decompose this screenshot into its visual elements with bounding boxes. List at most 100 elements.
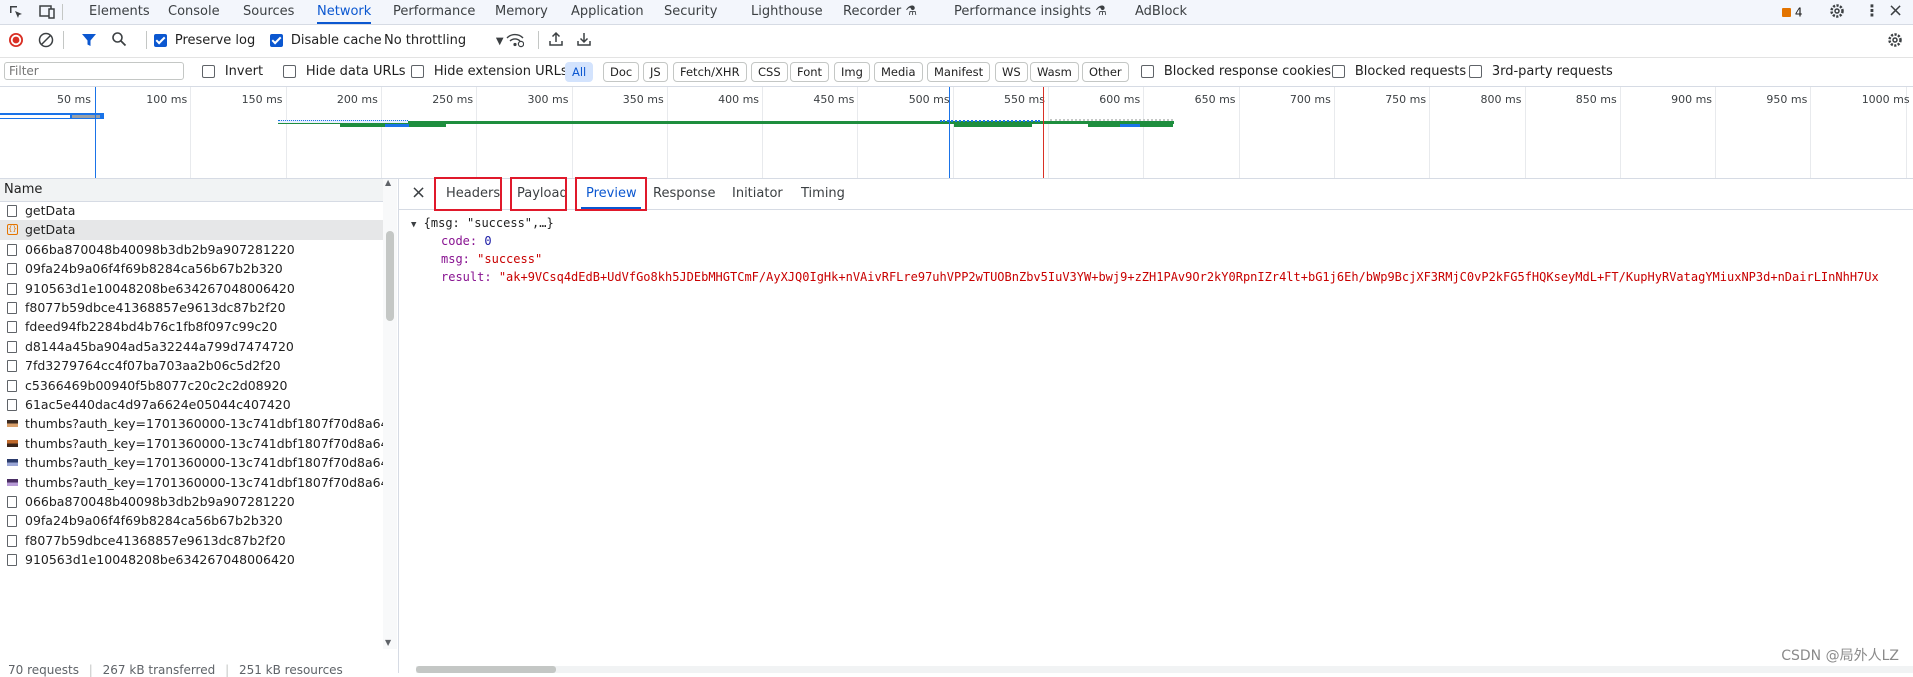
preserve-log-check[interactable] [154, 34, 167, 47]
type-filter-wasm[interactable]: Wasm [1030, 62, 1079, 82]
request-row[interactable]: 910563d1e10048208be634267048006420 [0, 550, 383, 569]
horizontal-scrollbar-thumb[interactable] [416, 666, 556, 673]
request-name: 09fa24b9a06f4f69b8284ca56b67b2b320 [25, 261, 283, 277]
type-filter-fetch-xhr[interactable]: Fetch/XHR [673, 62, 747, 82]
blocked-cookies-checkbox[interactable]: Blocked response cookies [1141, 64, 1331, 79]
tab-sources[interactable]: Sources [243, 0, 294, 24]
invert-check[interactable] [202, 65, 215, 78]
tab-performance-insights[interactable]: Performance insights ⚗ [954, 0, 1107, 24]
request-row[interactable]: 09fa24b9a06f4f69b8284ca56b67b2b320 [0, 259, 383, 278]
more-options-icon[interactable]: ⋮ [1864, 1, 1880, 20]
separator [62, 4, 63, 20]
request-row[interactable]: 09fa24b9a06f4f69b8284ca56b67b2b320 [0, 511, 383, 530]
close-devtools-icon[interactable]: × [1888, 0, 1903, 21]
type-filter-css[interactable]: CSS [751, 62, 788, 82]
result-value: "ak+9VCsq4dEdB+UdVfGo8kh5JDEbMHGTCmF/AyX… [498, 270, 1879, 284]
tab-security[interactable]: Security [664, 0, 717, 24]
document-icon [7, 263, 17, 276]
hide-data-urls-check[interactable] [283, 65, 296, 78]
third-party-checkbox[interactable]: 3rd-party requests [1469, 64, 1613, 79]
tab-network[interactable]: Network [317, 0, 372, 24]
tab-console[interactable]: Console [168, 0, 220, 24]
name-column-header[interactable]: Name [0, 179, 387, 202]
network-conditions-icon[interactable] [506, 32, 525, 51]
request-row[interactable]: d8144a45ba904ad5a32244a799d7474720 [0, 337, 383, 356]
stop-recording-icon[interactable] [8, 32, 24, 51]
settings-gear-icon[interactable] [1829, 3, 1845, 22]
request-row[interactable]: 910563d1e10048208be634267048006420 [0, 279, 383, 298]
export-har-icon[interactable] [576, 31, 592, 50]
network-overview-timeline[interactable]: 50 ms 100 ms 150 ms 200 ms 250 ms 300 ms 350 m… [0, 87, 1913, 179]
type-filter-other[interactable]: Other [1082, 62, 1129, 82]
search-icon[interactable] [111, 31, 127, 50]
scroll-down-icon[interactable]: ▼ [385, 638, 391, 647]
request-row[interactable]: thumbs?auth_key=1701360000-13c741dbf1807… [0, 453, 383, 472]
horizontal-scrollbar[interactable] [416, 666, 1913, 673]
request-row[interactable]: getData [0, 201, 383, 220]
close-detail-icon[interactable]: × [411, 184, 426, 202]
request-row[interactable]: thumbs?auth_key=1701360000-13c741dbf1807… [0, 414, 383, 433]
scroll-up-icon[interactable]: ▲ [385, 178, 391, 187]
network-settings-gear-icon[interactable] [1887, 32, 1903, 51]
tab-application[interactable]: Application [571, 0, 644, 24]
invert-checkbox[interactable]: Invert [202, 64, 263, 79]
blocked-requests-checkbox[interactable]: Blocked requests [1332, 64, 1466, 79]
type-filter-all[interactable]: All [565, 62, 594, 82]
tab-response[interactable]: Response [653, 179, 715, 209]
document-icon [7, 243, 17, 256]
preserve-log-checkbox[interactable]: Preserve log [154, 33, 255, 48]
hide-extension-urls-label: Hide extension URLs [433, 64, 568, 79]
type-filter-media[interactable]: Media [874, 62, 923, 82]
request-list-scrollbar[interactable]: ▲ ▼ [383, 178, 397, 649]
request-row[interactable]: thumbs?auth_key=1701360000-13c741dbf1807… [0, 473, 383, 492]
hide-extension-urls-check[interactable] [411, 65, 424, 78]
request-row[interactable]: thumbs?auth_key=1701360000-13c741dbf1807… [0, 434, 383, 453]
preview-root-line[interactable]: ▼ {msg: "success",…} [411, 216, 554, 230]
tab-performance[interactable]: Performance [393, 0, 475, 24]
request-row[interactable]: fdeed94fb2284bd4b76c1fb8f097c99c20 [0, 317, 383, 336]
device-toolbar-icon[interactable] [38, 4, 56, 23]
scrollbar-thumb[interactable] [386, 231, 394, 321]
request-row[interactable]: {} getData [0, 220, 383, 240]
filter-icon[interactable] [81, 32, 97, 51]
tab-lighthouse[interactable]: Lighthouse [751, 0, 823, 24]
request-row[interactable]: f8077b59dbce41368857e9613dc87b2f20 [0, 531, 383, 550]
import-har-icon[interactable] [548, 31, 564, 50]
issues-badge[interactable]: 4 [1782, 5, 1802, 20]
filter-input[interactable] [4, 62, 184, 80]
tab-recorder[interactable]: Recorder ⚗ [843, 0, 917, 24]
disable-cache-checkbox[interactable]: Disable cache [270, 33, 382, 48]
expand-triangle-icon[interactable]: ▼ [411, 220, 416, 230]
request-row[interactable]: 7fd3279764cc4f07ba703aa2b06c5d2f20 [0, 356, 383, 375]
tab-adblock[interactable]: AdBlock [1135, 0, 1187, 24]
tab-elements[interactable]: Elements [89, 0, 150, 24]
request-row[interactable]: 066ba870048b40098b3db2b9a907281220 [0, 492, 383, 511]
disable-cache-check[interactable] [270, 34, 283, 47]
hide-extension-urls-checkbox[interactable]: Hide extension URLs [411, 64, 568, 79]
type-filter-font[interactable]: Font [790, 62, 830, 82]
blocked-requests-check[interactable] [1332, 65, 1345, 78]
throttling-select[interactable]: No throttling ▼ [384, 33, 504, 48]
tab-timing[interactable]: Timing [801, 179, 845, 209]
request-row[interactable]: 61ac5e440dac4d97a6624e05044c407420 [0, 395, 383, 414]
third-party-check[interactable] [1469, 65, 1482, 78]
type-filter-js[interactable]: JS [643, 62, 668, 82]
document-icon [7, 379, 17, 392]
type-filter-manifest[interactable]: Manifest [927, 62, 991, 82]
hide-data-urls-checkbox[interactable]: Hide data URLs [283, 64, 406, 79]
request-row[interactable]: 066ba870048b40098b3db2b9a907281220 [0, 240, 383, 259]
document-icon [7, 205, 17, 217]
blocked-cookies-check[interactable] [1141, 65, 1154, 78]
inspect-element-icon[interactable] [8, 4, 24, 23]
tab-initiator[interactable]: Initiator [732, 179, 783, 209]
clear-icon[interactable] [38, 32, 54, 51]
tab-memory[interactable]: Memory [495, 0, 548, 24]
request-row[interactable]: f8077b59dbce41368857e9613dc87b2f20 [0, 298, 383, 317]
request-row[interactable]: c5366469b00940f5b8077c20c2c2d08920 [0, 376, 383, 395]
type-filter-ws[interactable]: WS [995, 62, 1028, 82]
type-filter-img[interactable]: Img [834, 62, 870, 82]
type-filter-doc[interactable]: Doc [603, 62, 640, 82]
request-name: c5366469b00940f5b8077c20c2c2d08920 [25, 377, 288, 393]
issues-count: 4 [1794, 5, 1803, 20]
document-icon [7, 496, 17, 508]
